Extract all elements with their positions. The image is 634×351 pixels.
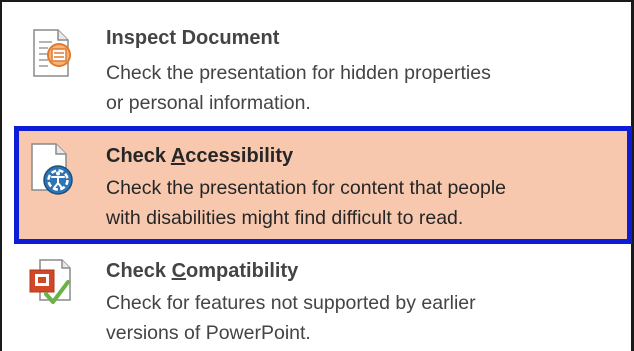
check-accessibility-description-line-1: Check the presentation for content that …	[106, 177, 507, 199]
check-compatibility-icon	[28, 258, 74, 308]
menu-item-inspect-document[interactable]: Inspect Document Check the presentation …	[14, 16, 632, 126]
title-text: Check	[106, 145, 171, 167]
check-compatibility-description-line-1: Check for features not supported by earl…	[106, 292, 476, 314]
inspect-document-description-line-2: or personal information.	[106, 92, 311, 114]
check-accessibility-description-line-2: with disabilities might find difficult t…	[106, 207, 464, 229]
inspect-document-icon	[28, 28, 74, 78]
check-compatibility-title: Check Compatibility	[106, 260, 298, 283]
title-text: ompatibility	[186, 260, 299, 282]
menu-item-check-accessibility[interactable]: Check Accessibility Check the presentati…	[14, 126, 632, 244]
access-key: C	[171, 260, 187, 282]
inspect-document-title: Inspect Document	[106, 27, 280, 49]
menu-item-check-compatibility[interactable]: Check Compatibility Check for features n…	[14, 246, 632, 351]
check-accessibility-description: Check the presentation for content that …	[106, 173, 506, 233]
check-accessibility-title: Check Accessibility	[106, 145, 293, 168]
check-compatibility-description-line-2: versions of PowerPoint.	[106, 322, 311, 344]
check-compatibility-description: Check for features not supported by earl…	[106, 288, 476, 348]
check-accessibility-icon	[28, 142, 74, 195]
title-text: Check	[106, 260, 172, 282]
access-key: A	[170, 145, 186, 167]
title-text: ccessibility	[185, 145, 294, 167]
inspect-document-description-line-1: Check the presentation for hidden proper…	[106, 62, 491, 84]
inspect-document-description: Check the presentation for hidden proper…	[106, 58, 491, 118]
